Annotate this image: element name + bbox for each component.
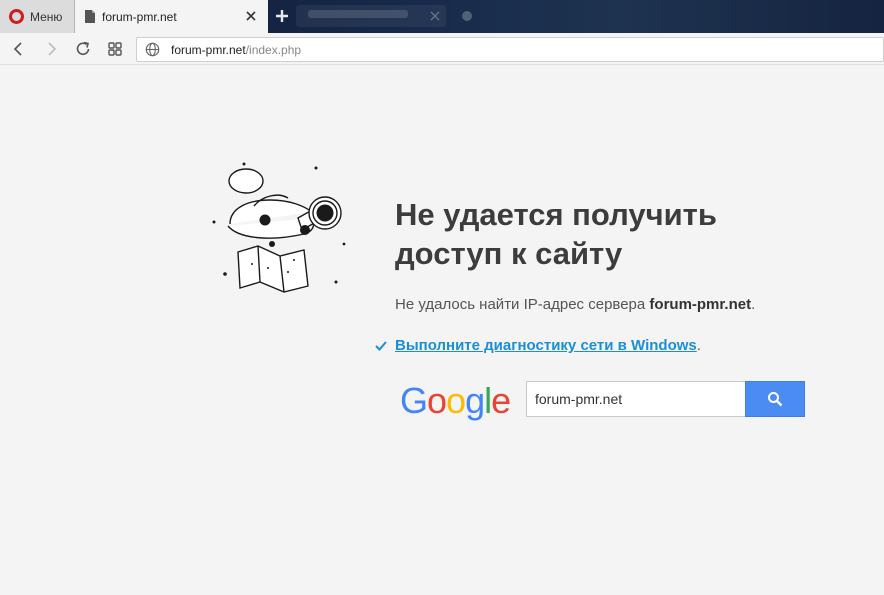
diagnostics-row: Выполните диагностику сети в Windows. xyxy=(374,337,701,354)
menu-label: Меню xyxy=(30,9,63,24)
globe-icon[interactable] xyxy=(145,42,160,57)
tab-favicon-icon xyxy=(462,11,472,21)
back-arrow-icon[interactable] xyxy=(10,40,28,58)
tab-title: forum-pmr.net xyxy=(102,9,177,24)
error-description-suffix: . xyxy=(751,296,756,313)
new-tab-plus-icon[interactable] xyxy=(275,9,289,23)
navigation-bar: forum-pmr.net/index.php xyxy=(0,33,884,65)
google-search-input[interactable] xyxy=(526,381,746,417)
tab-active[interactable]: forum-pmr.net xyxy=(75,0,268,33)
google-logo-letter-2: o xyxy=(427,380,447,421)
close-icon[interactable] xyxy=(244,9,258,23)
error-title: Не удается получить доступ к сайту xyxy=(395,197,717,271)
error-description-text: Не удалось найти IP-адрес сервера xyxy=(395,296,650,313)
tab-background[interactable] xyxy=(296,5,446,27)
address-field[interactable]: forum-pmr.net/index.php xyxy=(136,37,884,62)
error-description: Не удалось найти IP-адрес сервера forum-… xyxy=(395,296,755,313)
url-host: forum-pmr.net xyxy=(171,42,246,57)
grid-icon[interactable] xyxy=(106,40,124,58)
opera-logo-icon xyxy=(9,9,24,24)
google-logo-letter-3: o xyxy=(446,380,466,421)
google-logo: Google xyxy=(400,380,511,422)
google-logo-letter-6: e xyxy=(491,380,511,421)
reload-icon[interactable] xyxy=(74,40,92,58)
google-logo-letter-4: g xyxy=(465,380,485,421)
check-icon xyxy=(375,340,387,351)
document-icon xyxy=(85,10,95,23)
opera-menu-button[interactable]: Меню xyxy=(0,0,75,33)
lost-explorer-illustration xyxy=(212,162,346,293)
network-diagnostics-link[interactable]: Выполните диагностику сети в Windows xyxy=(395,337,697,354)
tab-background-title-blurred xyxy=(308,10,408,18)
diagnostics-suffix: . xyxy=(696,337,701,354)
forward-arrow-icon[interactable] xyxy=(42,40,60,58)
tab-strip: Меню forum-pmr.net xyxy=(0,0,884,33)
google-search-button[interactable] xyxy=(745,381,805,417)
error-description-host: forum-pmr.net xyxy=(649,296,752,313)
close-icon[interactable] xyxy=(430,11,440,21)
magnifier-icon xyxy=(768,392,783,407)
url-path: /index.php xyxy=(245,42,302,57)
google-logo-letter-1: G xyxy=(400,380,428,421)
